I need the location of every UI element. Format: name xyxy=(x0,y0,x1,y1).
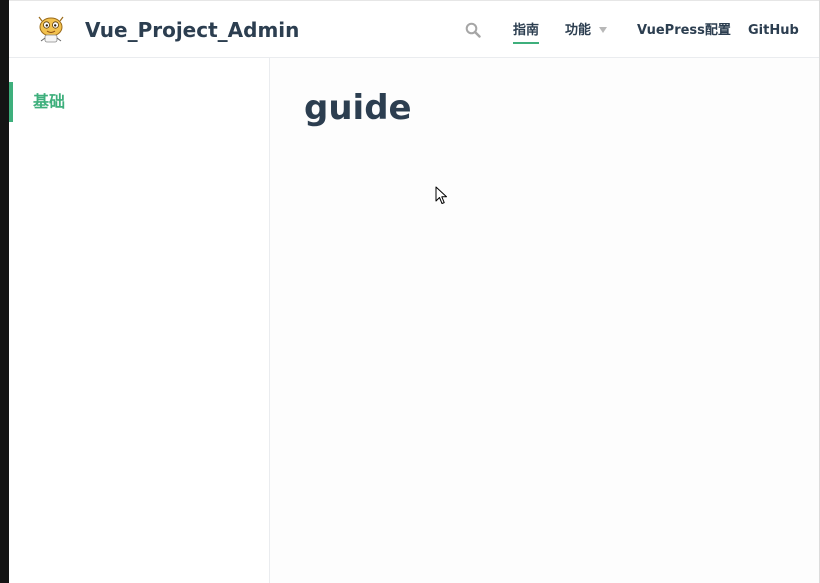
mascot-logo-icon[interactable] xyxy=(36,14,66,44)
nav-link-guide[interactable]: 指南 xyxy=(513,21,540,44)
active-nav-underline xyxy=(513,42,540,44)
sidebar: 基础 xyxy=(9,58,270,583)
main-content: guide xyxy=(270,58,819,583)
nav-link-github-label: GitHub xyxy=(748,23,799,38)
nav-dropdown-features[interactable]: 功能 xyxy=(565,21,608,41)
sidebar-active-indicator xyxy=(9,82,13,122)
app-window: Vue_Project_Admin 指南 功能 VuePress配置 GitHu… xyxy=(0,0,820,583)
nav-link-guide-label: 指南 xyxy=(513,23,540,38)
page-title: guide xyxy=(304,88,412,128)
sidebar-item-label: 基础 xyxy=(33,92,66,111)
window-edge xyxy=(0,0,9,583)
site-name[interactable]: Vue_Project_Admin xyxy=(85,17,299,43)
nav-dropdown-features-label: 功能 xyxy=(565,23,592,38)
nav-link-vuepress-config-label: VuePress配置 xyxy=(637,23,731,38)
nav-link-vuepress-config[interactable]: VuePress配置 xyxy=(637,21,731,41)
mouse-cursor-icon xyxy=(435,186,447,204)
navbar: Vue_Project_Admin 指南 功能 VuePress配置 GitHu… xyxy=(9,0,819,58)
chevron-down-icon xyxy=(599,26,608,33)
search-icon[interactable] xyxy=(465,22,481,38)
sidebar-item-basics[interactable]: 基础 xyxy=(9,82,269,122)
nav-link-github[interactable]: GitHub xyxy=(748,21,799,41)
